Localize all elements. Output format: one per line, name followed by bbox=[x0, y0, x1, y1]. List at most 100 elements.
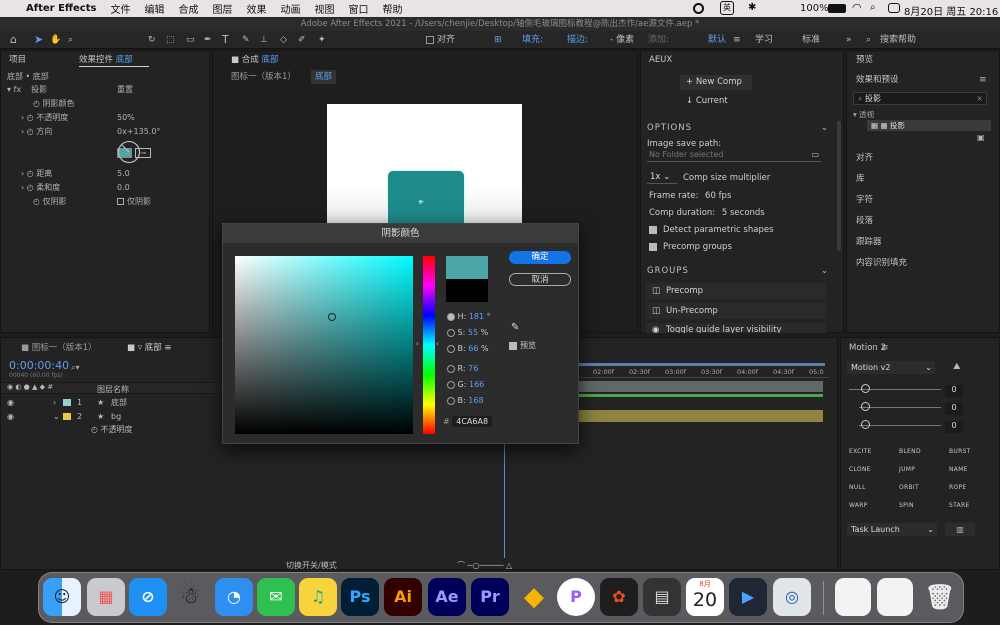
preview-checkbox[interactable]: 预览 bbox=[509, 340, 536, 351]
jump-button[interactable]: JUMP bbox=[899, 466, 915, 473]
panel-character[interactable]: 字符 bbox=[856, 193, 873, 205]
aeux-scrollbar[interactable] bbox=[837, 121, 841, 251]
motion-value-1[interactable]: 0 bbox=[945, 385, 963, 397]
figma-icon[interactable]: ✿ bbox=[600, 578, 638, 616]
precomp-button[interactable]: ◫ Precomp bbox=[646, 283, 826, 299]
motion-value-3[interactable]: 0 bbox=[945, 421, 963, 433]
options-header[interactable]: OPTIONS ⌄ bbox=[647, 123, 829, 133]
panel-paragraph[interactable]: 段落 bbox=[856, 214, 873, 226]
voice-app-icon[interactable]: ▶ bbox=[729, 578, 767, 616]
panel-align[interactable]: 对齐 bbox=[856, 151, 873, 163]
direction-dial[interactable] bbox=[117, 140, 141, 164]
home-icon[interactable]: ⌂ bbox=[10, 33, 17, 47]
menu-file[interactable]: 文件 bbox=[110, 1, 130, 16]
text-tool-icon[interactable]: T bbox=[222, 33, 229, 47]
hue-right-arrow[interactable]: ‹ bbox=[436, 340, 439, 348]
table-row[interactable]: ◉ › 1 ★ 底部 bbox=[1, 396, 223, 409]
puppet-tool-icon[interactable]: ✦ bbox=[318, 33, 326, 47]
cancel-button[interactable]: 取消 bbox=[509, 273, 571, 286]
hue-slider[interactable] bbox=[423, 256, 435, 434]
task-launch-select[interactable]: Task Launch ⌄ bbox=[847, 523, 937, 536]
premiere-icon[interactable]: Pr bbox=[471, 578, 509, 616]
playhead-line[interactable] bbox=[504, 438, 505, 558]
layer-search-input[interactable]: ⌕▾ bbox=[71, 363, 221, 375]
recent-window-1[interactable] bbox=[835, 578, 871, 616]
app-menu[interactable]: After Effects bbox=[26, 3, 96, 14]
r-radio[interactable]: R: 76 bbox=[447, 364, 478, 373]
trash-icon[interactable]: 🗑 bbox=[921, 578, 959, 616]
mountain-icon[interactable]: ⛰ bbox=[953, 362, 961, 372]
photoshop-icon[interactable]: Ps bbox=[341, 578, 379, 616]
safari-icon[interactable]: ⊘ bbox=[129, 578, 167, 616]
stare-button[interactable]: STARE bbox=[949, 502, 970, 509]
new-comp-button[interactable]: + New Comp bbox=[680, 75, 752, 90]
precomp-groups-checkbox[interactable]: Precomp groups bbox=[649, 242, 732, 252]
launchpad-icon[interactable]: ▦ bbox=[87, 578, 125, 616]
visibility-eye-icon[interactable]: ◉ bbox=[7, 410, 14, 423]
finder-icon[interactable]: ☺ bbox=[43, 578, 81, 616]
menu-layer[interactable]: 图层 bbox=[212, 1, 232, 16]
motion-preset-select[interactable]: Motion v2 ⌄ bbox=[847, 361, 935, 374]
record-icon[interactable] bbox=[693, 3, 704, 14]
visibility-eye-icon[interactable]: ◉ bbox=[7, 396, 14, 409]
label-color[interactable] bbox=[63, 413, 71, 420]
workspace-menu-icon[interactable]: ≡ bbox=[733, 33, 741, 47]
effects-result-item[interactable]: ▦ ▦ 投影 bbox=[867, 120, 991, 131]
effects-search-input[interactable]: ⌕ 投影 × bbox=[853, 92, 987, 105]
opacity-subprop[interactable]: ◴ 不透明度 bbox=[91, 424, 133, 435]
old-color-preview[interactable] bbox=[446, 279, 488, 302]
size-multiplier-select[interactable]: 1x ⌄ bbox=[647, 172, 677, 184]
slider-knob[interactable] bbox=[861, 402, 870, 411]
opacity-value[interactable]: 50% bbox=[117, 112, 135, 124]
label-color[interactable] bbox=[63, 399, 71, 406]
unprecomp-button[interactable]: ◫ Un-Precomp bbox=[646, 303, 826, 319]
workspace-standard[interactable]: 标准 bbox=[802, 33, 820, 47]
frame-rate-input[interactable]: 60 bbox=[705, 191, 716, 201]
panel-content-aware-fill[interactable]: 内容识别填充 bbox=[856, 256, 907, 268]
quicktime-icon[interactable]: ◎ bbox=[773, 578, 811, 616]
wifi-icon[interactable]: ◠ bbox=[852, 1, 862, 14]
slider-knob[interactable] bbox=[861, 384, 870, 393]
color-field[interactable] bbox=[235, 256, 413, 434]
timeline-tab-layer[interactable]: ■ ▿ 底部 ≡ bbox=[127, 341, 172, 355]
selection-tool-icon[interactable]: ➤ bbox=[34, 33, 43, 47]
rectangle-tool-icon[interactable]: ▭ bbox=[186, 33, 195, 47]
layer-bar-green[interactable] bbox=[579, 394, 823, 397]
spotlight-icon[interactable]: ⌕ bbox=[870, 2, 876, 13]
layer-bar-bg[interactable] bbox=[579, 410, 823, 422]
h-radio[interactable]: H: 181 ° bbox=[447, 312, 491, 321]
trash-button[interactable]: ▥ bbox=[945, 523, 975, 536]
ok-button[interactable]: 确定 bbox=[509, 251, 571, 264]
hue-left-arrow[interactable]: › bbox=[416, 340, 419, 348]
tab-project[interactable]: 项目 bbox=[9, 53, 26, 67]
recent-window-2[interactable] bbox=[877, 578, 913, 616]
sketch-icon[interactable]: ◆ bbox=[515, 578, 553, 616]
motion-slider-2[interactable] bbox=[859, 407, 941, 408]
control-center-icon[interactable] bbox=[888, 3, 900, 13]
eraser-tool-icon[interactable]: ◇ bbox=[280, 33, 287, 47]
rotate-tool-icon[interactable]: ↻ bbox=[148, 33, 156, 47]
folder-icon[interactable]: ▭ bbox=[811, 150, 819, 159]
s-radio[interactable]: S: 55 % bbox=[447, 328, 488, 337]
hand-tool-icon[interactable]: ✋ bbox=[50, 33, 61, 47]
warp-button[interactable]: WARP bbox=[849, 502, 868, 509]
calculator-icon[interactable]: ▤ bbox=[643, 578, 681, 616]
bluetooth-icon[interactable]: ✱ bbox=[748, 2, 756, 13]
color-field-cursor[interactable] bbox=[328, 313, 336, 321]
illustrator-icon[interactable]: Ai bbox=[384, 578, 422, 616]
stroke-width[interactable]: - 像素 bbox=[610, 33, 634, 47]
table-row[interactable]: ◉ ⌄ 2 ★ bg bbox=[1, 410, 223, 423]
effects-category[interactable]: ▾ 透视 bbox=[853, 109, 874, 120]
groups-header[interactable]: GROUPS ⌄ bbox=[647, 266, 829, 276]
toggle-switches-modes[interactable]: 切换开关/模式 bbox=[286, 560, 337, 571]
direction-value[interactable]: 0x+135.0° bbox=[117, 126, 160, 138]
camera-tool-icon[interactable]: ⬚ bbox=[166, 33, 175, 47]
b-radio[interactable]: B: 66 % bbox=[447, 344, 489, 353]
current-button[interactable]: ↓ Current bbox=[686, 96, 728, 106]
workspace-learn[interactable]: 学习 bbox=[755, 33, 773, 47]
work-area-bar[interactable] bbox=[579, 363, 825, 366]
softness-value[interactable]: 0.0 bbox=[117, 182, 130, 194]
excite-button[interactable]: EXCITE bbox=[849, 448, 872, 455]
zoom-tool-icon[interactable]: ⌕ bbox=[68, 33, 73, 47]
timecode[interactable]: 0:00:00:40 bbox=[9, 359, 69, 372]
